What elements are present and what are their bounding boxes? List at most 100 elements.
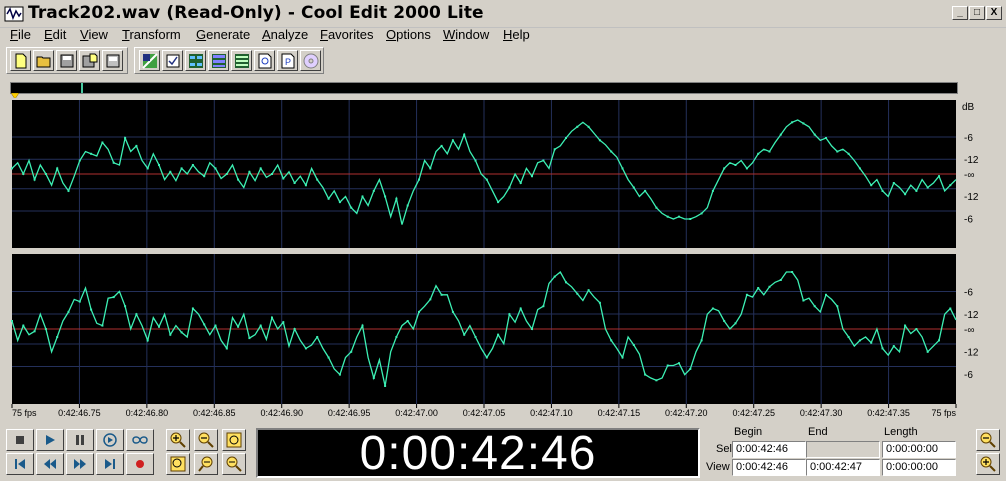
sample-point — [271, 173, 273, 175]
waveform-panel[interactable]: dB -6 -12 -∞ -12 -6 -6 -12 -∞ -12 -6 75 fps 0:42:4… — [10, 98, 1002, 420]
ruler-label: 0:42:47.25 — [732, 408, 775, 418]
menu-analyze[interactable]: Analyze — [262, 27, 308, 42]
view-row-label: View — [706, 461, 730, 473]
db-tick-label: -6 — [964, 214, 973, 225]
sample-point — [870, 184, 873, 187]
save-as-icon[interactable] — [79, 50, 100, 71]
zoom-left-icon[interactable] — [194, 453, 218, 475]
go-to-end-icon[interactable] — [96, 453, 124, 475]
menu-edit[interactable]: Edit — [44, 27, 66, 42]
stop-icon[interactable] — [6, 429, 34, 451]
mix-icon[interactable] — [139, 50, 160, 71]
go-to-start-icon[interactable] — [6, 453, 34, 475]
sample-point — [191, 307, 194, 310]
close-file-icon[interactable] — [102, 50, 123, 71]
file-toolbar — [6, 47, 128, 74]
sample-point — [678, 362, 680, 365]
sample-point — [610, 339, 613, 342]
record-icon[interactable] — [126, 453, 154, 475]
sample-point — [33, 178, 36, 181]
properties-icon[interactable]: P — [277, 50, 298, 71]
zoom-out-vertical-icon[interactable] — [976, 429, 1000, 451]
zoom-full-icon[interactable] — [222, 429, 246, 451]
sample-point — [78, 159, 81, 162]
sample-point — [350, 350, 353, 353]
new-file-icon[interactable] — [10, 50, 31, 71]
sample-point — [350, 206, 353, 209]
menu-options[interactable]: Options — [386, 27, 431, 42]
zoom-in-vertical-icon[interactable] — [976, 453, 1000, 475]
sample-point — [338, 373, 341, 376]
cd-icon[interactable] — [300, 50, 321, 71]
open-file-icon[interactable] — [33, 50, 54, 71]
multitrack-icon[interactable] — [208, 50, 229, 71]
check-icon[interactable] — [162, 50, 183, 71]
menu-favorites[interactable]: Favorites — [320, 27, 373, 42]
sample-point — [655, 206, 658, 209]
close-button[interactable]: X — [986, 6, 1002, 20]
sample-point — [621, 167, 624, 170]
cue-list-icon[interactable] — [231, 50, 252, 71]
menu-view[interactable]: View — [80, 27, 108, 42]
zoom-selection-icon[interactable] — [166, 453, 190, 475]
sample-point — [904, 324, 907, 327]
sample-point — [813, 133, 816, 136]
selection-view-panel: Begin End Length Sel View 0:00:42:46 0:0… — [704, 426, 968, 478]
sample-point — [22, 324, 25, 327]
sample-point — [666, 215, 669, 218]
sample-point — [463, 333, 466, 336]
zoom-page-icon[interactable] — [254, 50, 275, 71]
sel-begin-field[interactable]: 0:00:42:46 — [732, 441, 806, 458]
sample-point — [700, 212, 703, 215]
menu-transform[interactable]: Transform — [122, 27, 181, 42]
sample-point — [553, 275, 556, 278]
title-bar[interactable]: Track202.wav (Read-Only) - Cool Edit 200… — [0, 0, 1006, 28]
sample-point — [11, 320, 13, 322]
view-length-field[interactable]: 0:00:00:00 — [882, 459, 956, 476]
waveform-display[interactable]: dB -6 -12 -∞ -12 -6 -6 -12 -∞ -12 -6 75 fps 0:42:4… — [10, 98, 1002, 420]
ruler-label: 0:42:46.95 — [328, 408, 371, 418]
sample-point — [124, 137, 127, 139]
sample-point — [836, 305, 839, 308]
spectral-icon[interactable] — [185, 50, 206, 71]
sample-point — [56, 336, 59, 338]
menu-help[interactable]: Help — [503, 27, 530, 42]
save-file-icon[interactable] — [56, 50, 77, 71]
sample-point — [259, 324, 262, 327]
sample-point — [282, 177, 285, 180]
sel-end-field[interactable] — [806, 441, 880, 458]
sample-point — [881, 189, 884, 192]
sample-point — [406, 204, 409, 207]
pause-icon[interactable] — [66, 429, 94, 451]
sample-point — [124, 305, 127, 308]
sel-length-field[interactable]: 0:00:00:00 — [882, 441, 956, 458]
ruler-label: 75 fps — [12, 408, 37, 418]
menu-window[interactable]: Window — [443, 27, 489, 42]
view-begin-field[interactable]: 0:00:42:46 — [732, 459, 806, 476]
zoom-right-icon[interactable] — [222, 453, 246, 475]
play-icon[interactable] — [36, 429, 64, 451]
ruler-label: 0:42:46.90 — [260, 408, 303, 418]
play-to-end-icon[interactable] — [96, 429, 124, 451]
sample-point — [214, 324, 217, 327]
overview-bar[interactable] — [10, 82, 958, 94]
zoom-in-icon[interactable] — [166, 429, 190, 451]
loop-icon[interactable] — [126, 429, 154, 451]
sample-point — [474, 159, 477, 162]
zoom-out-icon[interactable] — [194, 429, 218, 451]
fast-forward-icon[interactable] — [66, 453, 94, 475]
sample-point — [847, 336, 850, 338]
sample-point — [327, 197, 330, 200]
minimize-button[interactable]: _ — [952, 6, 968, 20]
sample-point — [802, 122, 805, 125]
maximize-button[interactable]: □ — [969, 6, 985, 20]
rewind-icon[interactable] — [36, 453, 64, 475]
ruler-label: 0:42:46.80 — [126, 408, 169, 418]
window-title: Track202.wav (Read-Only) - Cool Edit 200… — [28, 3, 484, 23]
sample-point — [203, 323, 206, 326]
sample-point — [813, 305, 816, 308]
menu-file[interactable]: File — [10, 27, 31, 42]
menu-generate[interactable]: Generate — [196, 27, 250, 42]
sample-point — [474, 336, 477, 338]
view-end-field[interactable]: 0:00:42:47 — [806, 459, 880, 476]
